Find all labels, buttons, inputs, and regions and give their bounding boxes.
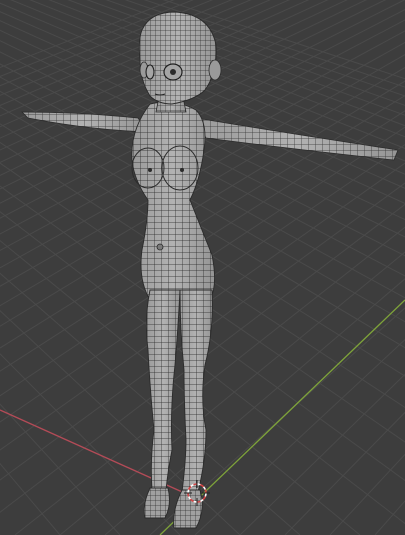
character-mesh[interactable] xyxy=(21,11,399,529)
grid-line xyxy=(329,453,405,535)
grid-line xyxy=(194,338,405,535)
grid-line xyxy=(284,411,405,535)
grid-line xyxy=(374,500,405,535)
eye-left xyxy=(145,64,155,80)
3d-viewport[interactable] xyxy=(0,0,405,535)
viewport-canvas[interactable] xyxy=(0,0,405,535)
